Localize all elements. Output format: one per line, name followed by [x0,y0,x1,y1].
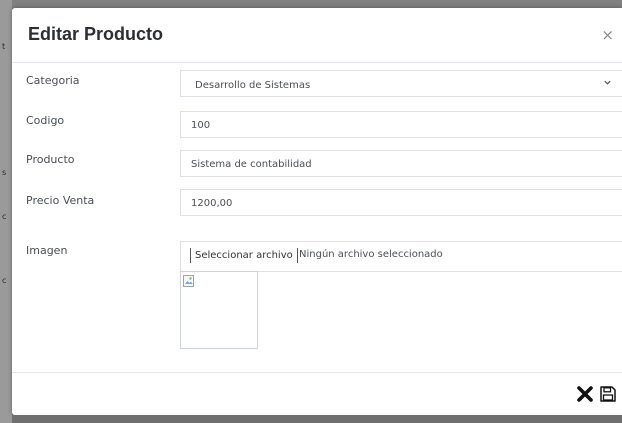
image-preview [180,271,258,349]
category-label: Categoria [26,74,80,87]
product-label: Producto [26,153,75,166]
modal-header: Editar Producto × [12,8,622,63]
choose-file-button[interactable]: Seleccionar archivo [190,248,298,263]
broken-image-icon [183,274,195,287]
background-fragment: c [2,212,7,221]
price-input[interactable]: 1200,00 [180,189,622,216]
background-fragment: t [2,42,6,51]
price-label: Precio Venta [26,194,95,207]
background-bottom-bar [12,415,622,423]
code-label: Codigo [26,114,65,127]
chevron-down-icon [603,78,612,90]
category-select[interactable]: Desarrollo de Sistemas [180,70,622,97]
product-input[interactable]: Sistema de contabilidad [180,150,622,177]
price-value: 1200,00 [191,198,233,209]
floppy-disk-icon[interactable] [599,385,617,403]
category-selected-value: Desarrollo de Sistemas [195,80,311,91]
code-input[interactable]: 100 [180,111,622,138]
background-fragment: s [2,168,7,177]
product-value: Sistema de contabilidad [191,159,312,170]
edit-product-modal: Editar Producto × Categoria Desarrollo d… [12,8,622,415]
background-page-edge: t s c c [0,0,12,423]
image-label: Imagen [26,244,68,257]
modal-title: Editar Producto [28,24,164,44]
close-icon[interactable]: × [601,26,614,44]
modal-footer [12,372,622,416]
code-value: 100 [191,120,211,131]
image-file-input[interactable]: Seleccionar archivo Ningún archivo selec… [180,241,622,272]
file-status-text: Ningún archivo seleccionado [299,249,443,260]
background-fragment: c [2,276,7,285]
x-mark-icon[interactable] [576,385,594,403]
